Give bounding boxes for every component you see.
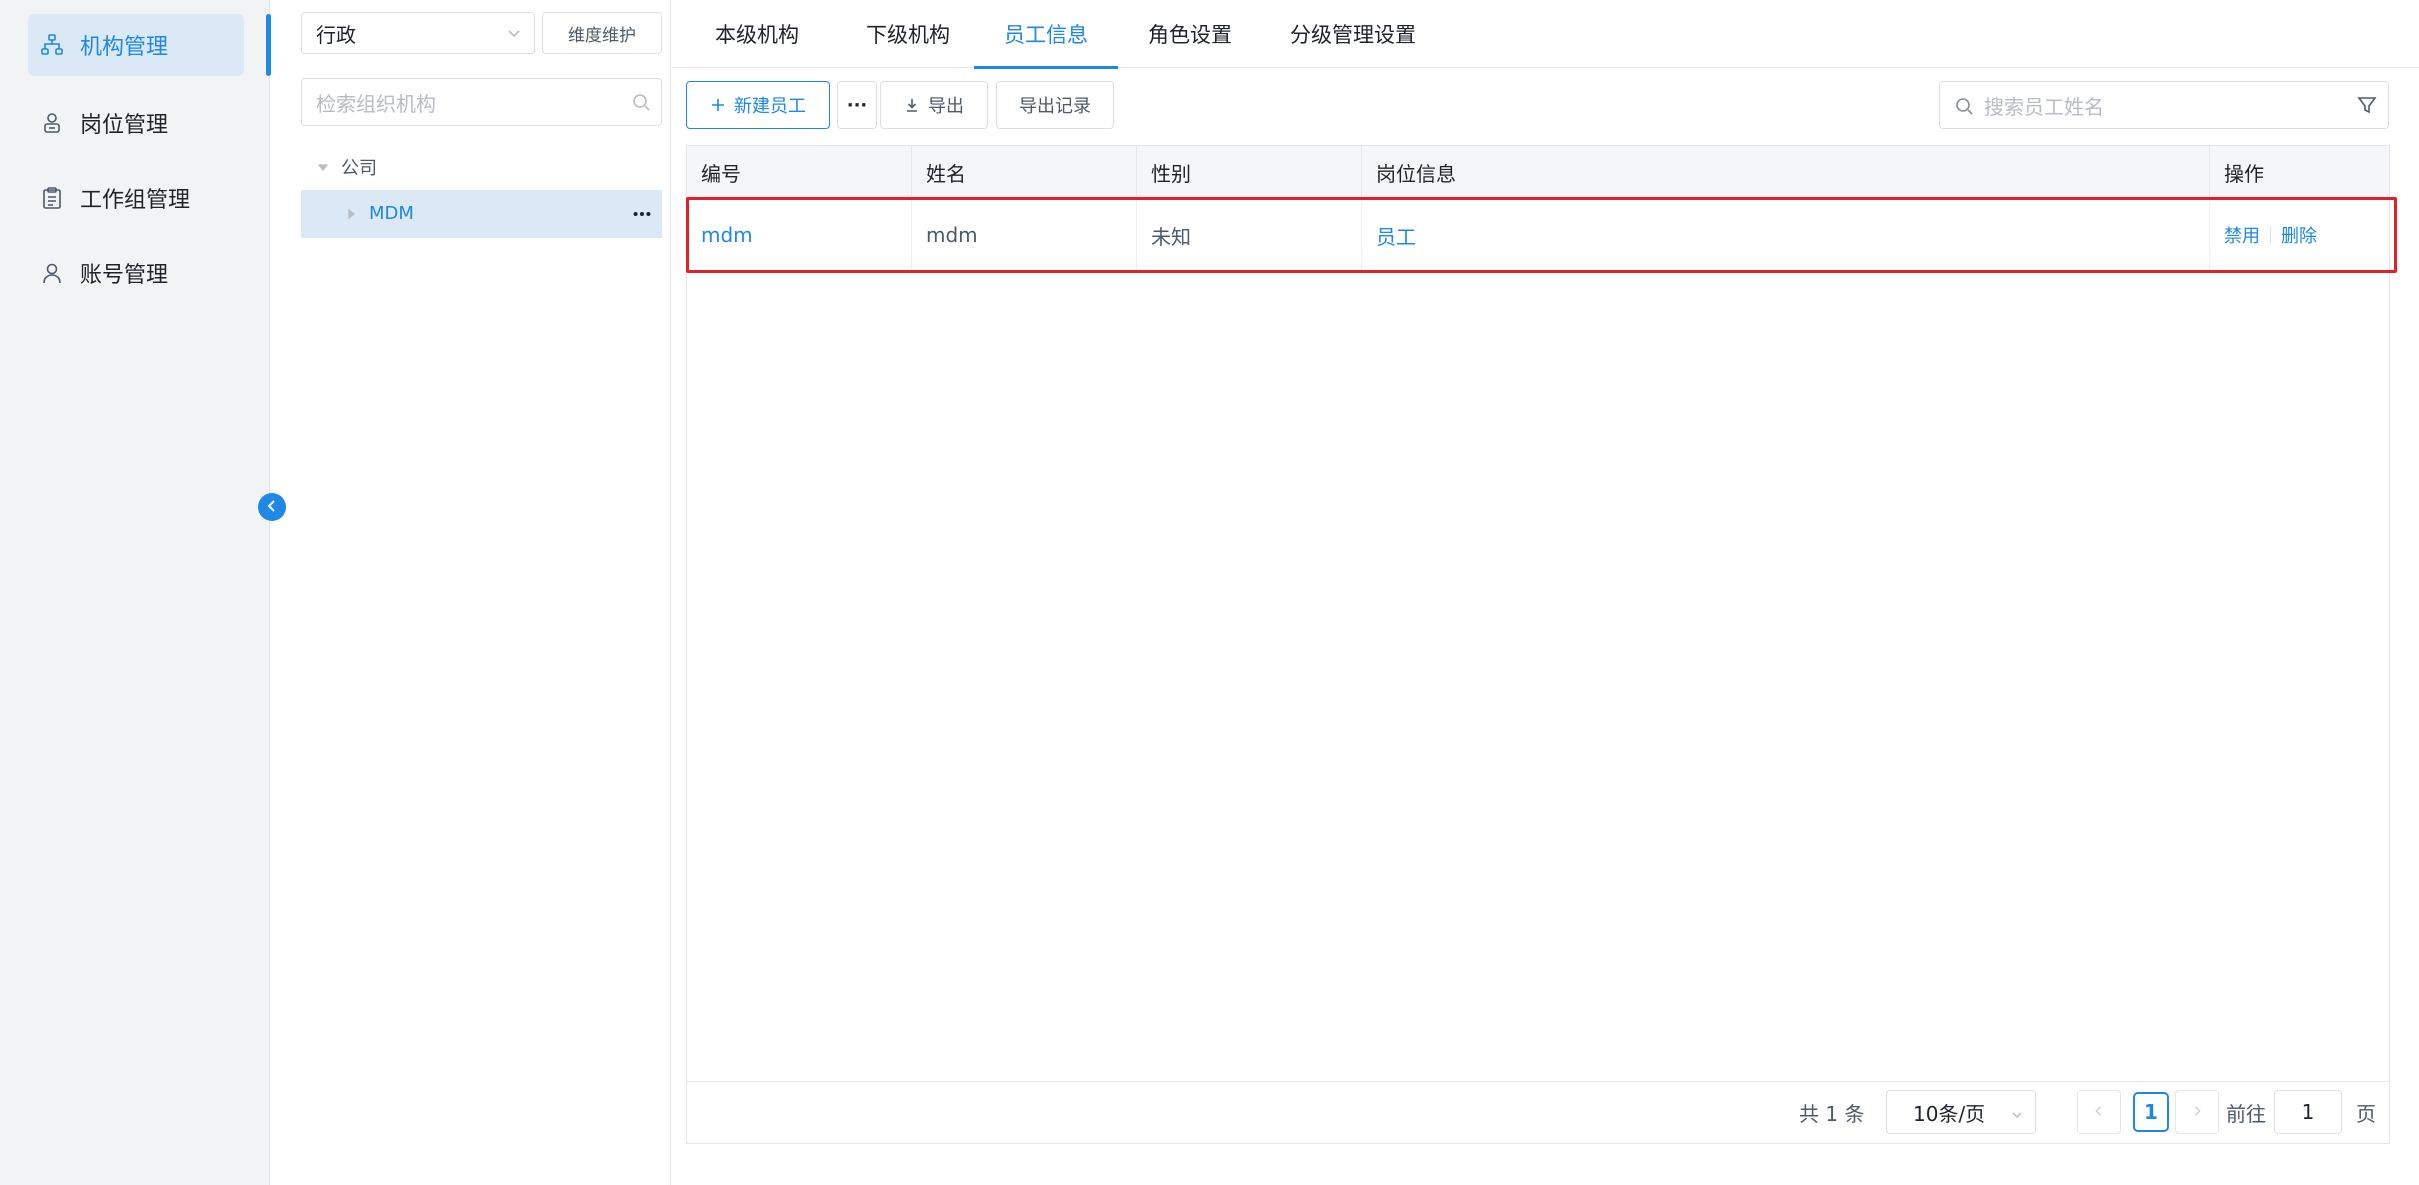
org-search-input[interactable]: 检索组织机构 <box>301 78 662 126</box>
tab-label: 分级管理设置 <box>1290 23 1416 47</box>
nav-item-org[interactable]: 机构管理 <box>28 14 244 76</box>
cell-actions: 禁用 删除 <box>2210 198 2389 272</box>
cell-name: mdm <box>912 198 1137 272</box>
next-page-button[interactable] <box>2175 1090 2219 1134</box>
dimension-maintain-button[interactable]: 维度维护 <box>542 12 662 54</box>
main-panel: 本级机构 下级机构 员工信息 角色设置 分级管理设置 新建员工 ··· 导出 导… <box>672 0 2419 1185</box>
dimension-value: 行政 <box>316 22 356 47</box>
nav-item-label: 机构管理 <box>80 35 169 60</box>
col-header-code: 编号 <box>687 146 912 198</box>
col-header-name: 姓名 <box>912 146 1137 198</box>
employee-search-input[interactable]: 搜索员工姓名 <box>1939 81 2389 129</box>
more-actions-label: ··· <box>846 94 868 116</box>
nav-item-label: 岗位管理 <box>80 113 169 138</box>
tab-graded-settings[interactable]: 分级管理设置 <box>1262 0 1444 68</box>
nav-item-position[interactable]: 岗位管理 <box>28 92 244 154</box>
tab-employee-info[interactable]: 员工信息 <box>974 0 1118 69</box>
tab-role-settings[interactable]: 角色设置 <box>1118 0 1262 68</box>
prev-page-button[interactable] <box>2077 1090 2121 1134</box>
cell-code[interactable]: mdm <box>687 198 912 272</box>
chevron-down-icon <box>504 23 524 43</box>
employee-table: 编号 姓名 性别 岗位信息 操作 mdm mdm 未知 员工 禁用 删除 共 1… <box>686 145 2390 1144</box>
col-header-position: 岗位信息 <box>1362 146 2210 198</box>
export-label: 导出 <box>928 96 964 117</box>
col-header-actions: 操作 <box>2224 161 2264 186</box>
export-log-label: 导出记录 <box>1019 96 1091 117</box>
chevron-down-icon <box>2009 1104 2025 1120</box>
dimension-select[interactable]: 行政 <box>301 12 535 54</box>
position-link[interactable]: 员工 <box>1376 221 1416 250</box>
tab-label: 本级机构 <box>715 23 799 47</box>
employee-search-placeholder: 搜索员工姓名 <box>1984 94 2104 119</box>
action-divider <box>2270 226 2271 244</box>
row-divider <box>687 272 2389 273</box>
pager-total: 共 1 条 <box>1799 1102 1865 1126</box>
search-icon <box>1954 96 1974 116</box>
plus-icon <box>710 97 726 113</box>
collapse-sidebar-button[interactable] <box>258 493 286 521</box>
more-icon[interactable] <box>630 202 654 226</box>
caret-right-icon <box>343 206 359 222</box>
org-search-placeholder: 检索组织机构 <box>316 91 436 116</box>
chevron-right-icon <box>2190 1103 2204 1122</box>
col-header-gender: 性别 <box>1137 146 1362 198</box>
tab-current-org[interactable]: 本级机构 <box>672 0 842 68</box>
nav-item-workgroup[interactable]: 工作组管理 <box>28 167 244 229</box>
tab-sub-org[interactable]: 下级机构 <box>842 0 974 68</box>
cell-position: 员工 <box>1362 198 2210 272</box>
tab-bar: 本级机构 下级机构 员工信息 角色设置 分级管理设置 <box>672 0 2419 69</box>
cell-gender: 未知 <box>1137 198 1362 272</box>
nav-item-label: 账号管理 <box>80 263 169 288</box>
tree-node-label: MDM <box>369 203 414 224</box>
tree-node-content: MDM <box>343 203 414 224</box>
search-icon <box>631 92 651 112</box>
org-tree-icon <box>36 32 68 58</box>
tab-label: 员工信息 <box>1004 23 1088 47</box>
filter-icon[interactable] <box>2356 94 2378 116</box>
more-actions-button[interactable]: ··· <box>837 81 877 129</box>
side-nav: 机构管理 岗位管理 工作组管理 账号管理 <box>0 0 271 1185</box>
tree-node-mdm[interactable]: MDM <box>301 190 662 238</box>
disable-button[interactable]: 禁用 <box>2224 222 2260 248</box>
page-size-value: 10条/页 <box>1913 1101 1986 1126</box>
new-employee-label: 新建员工 <box>734 96 806 117</box>
page-size-select[interactable]: 10条/页 <box>1886 1090 2036 1134</box>
table-header: 编号 姓名 性别 岗位信息 操作 <box>687 146 2389 198</box>
tree-node-label: 公司 <box>341 158 377 179</box>
user-badge-icon <box>36 110 68 136</box>
clipboard-icon <box>36 185 68 211</box>
nav-item-account[interactable]: 账号管理 <box>28 242 244 304</box>
page-number-current[interactable]: 1 <box>2133 1092 2169 1132</box>
delete-button[interactable]: 删除 <box>2281 222 2317 248</box>
tab-label: 角色设置 <box>1148 23 1232 47</box>
employee-code-link[interactable]: mdm <box>701 223 753 247</box>
tree-node-root[interactable]: 公司 <box>315 154 377 180</box>
goto-page-input[interactable]: 1 <box>2274 1090 2342 1134</box>
nav-item-label: 工作组管理 <box>80 188 191 213</box>
app-root: 机构管理 岗位管理 工作组管理 账号管理 行政 维度维护 检索组织机构 公司 M… <box>0 0 2419 1185</box>
new-employee-button[interactable]: 新建员工 <box>686 81 830 129</box>
goto-label: 前往 <box>2226 1102 2266 1126</box>
tab-active-ink <box>974 66 1118 69</box>
chevron-left-icon <box>2092 1103 2106 1122</box>
export-log-button[interactable]: 导出记录 <box>996 81 1114 129</box>
export-button[interactable]: 导出 <box>880 81 988 129</box>
page-suffix: 页 <box>2356 1102 2376 1126</box>
org-tree-pane: 行政 维度维护 检索组织机构 公司 MDM <box>271 0 671 1185</box>
pagination: 共 1 条 10条/页 1 前往 1 页 <box>687 1082 2389 1144</box>
caret-down-icon <box>315 159 331 175</box>
tab-label: 下级机构 <box>866 23 950 47</box>
chevron-left-icon <box>265 498 279 517</box>
user-icon <box>36 260 68 286</box>
download-icon <box>904 97 920 113</box>
